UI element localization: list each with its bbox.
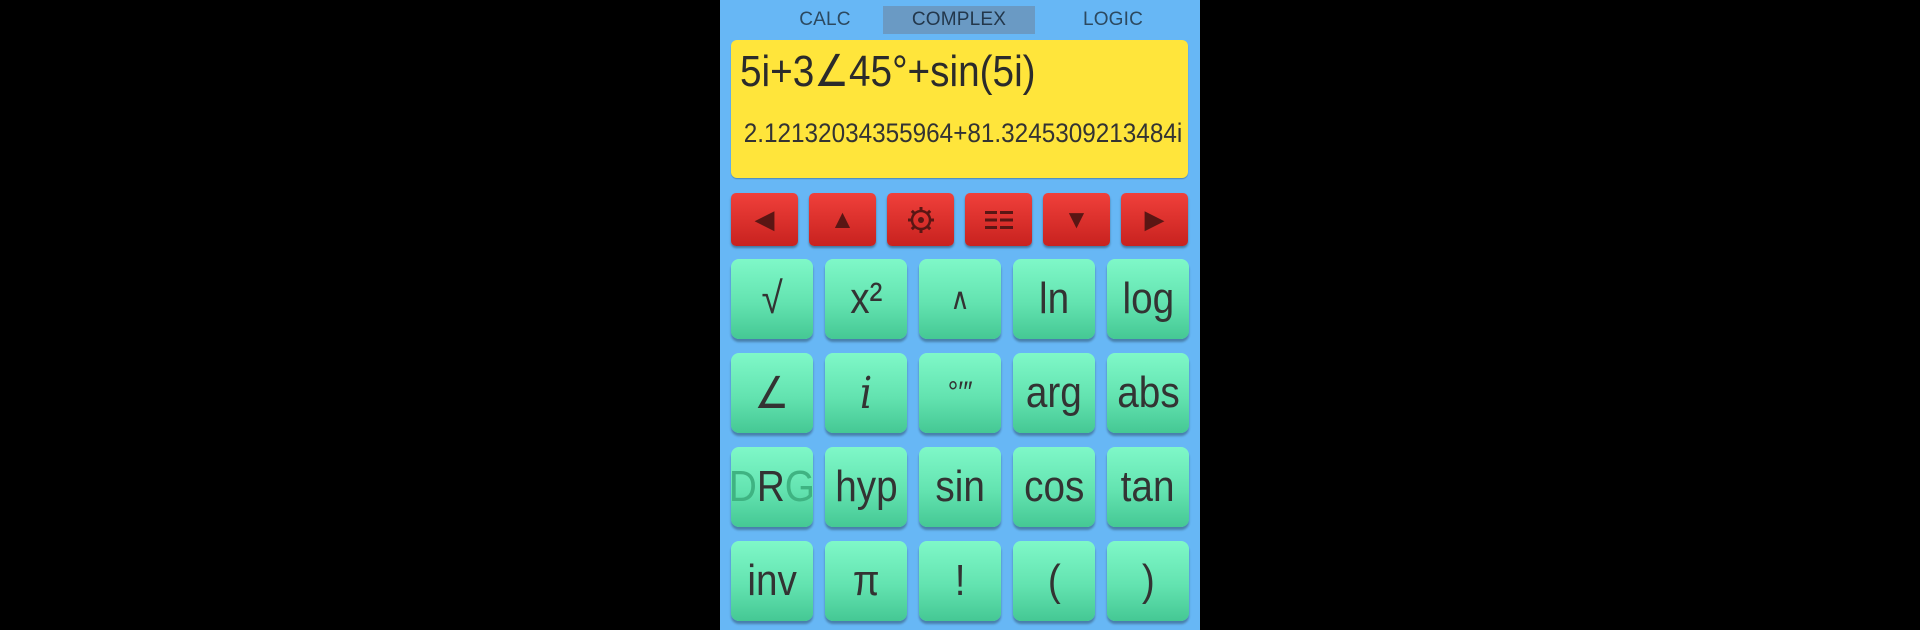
drg-grad-letter: G <box>784 462 816 511</box>
key-label: i <box>859 367 873 419</box>
cursor-right-button[interactable]: ▶ <box>1121 193 1188 246</box>
key-label: π <box>852 556 880 605</box>
abs-key[interactable]: abs <box>1107 353 1189 433</box>
drg-degree-letter: D <box>728 462 757 511</box>
key-label: log <box>1122 274 1174 323</box>
tab-calc[interactable]: CALC <box>750 6 900 34</box>
close-paren-key[interactable]: ) <box>1107 541 1189 621</box>
sin-key[interactable]: sin <box>919 447 1001 527</box>
key-label: cos <box>1023 462 1085 511</box>
history-down-button[interactable]: ▼ <box>1043 193 1110 246</box>
key-label: sin <box>935 462 985 511</box>
pi-key[interactable]: π <box>825 541 907 621</box>
drg-key[interactable]: DRG <box>729 447 815 527</box>
square-key[interactable]: x² <box>825 259 907 339</box>
menu-button[interactable] <box>965 193 1032 246</box>
key-label: abs <box>1116 368 1180 417</box>
key-label: inv <box>747 556 797 605</box>
calculator-screen: CALC COMPLEX LOGIC 5i+3∠45°+sin(5i) 2.12… <box>720 0 1200 630</box>
result-text: 2.12132034355964+81.3245309213484i <box>743 118 1182 148</box>
key-label: ln <box>1038 274 1070 323</box>
drg-label: DRG <box>729 462 815 512</box>
dms-key[interactable]: °′″ <box>919 353 1001 433</box>
open-paren-key[interactable]: ( <box>1013 541 1095 621</box>
sqrt-key[interactable]: √ <box>731 259 813 339</box>
inv-key[interactable]: inv <box>731 541 813 621</box>
key-label: x² <box>849 274 883 323</box>
log-key[interactable]: log <box>1107 259 1189 339</box>
cursor-left-button[interactable]: ◀ <box>731 193 798 246</box>
ln-key[interactable]: ln <box>1013 259 1095 339</box>
key-label: ∧ <box>950 282 970 316</box>
arg-key[interactable]: arg <box>1013 353 1095 433</box>
tab-complex[interactable]: COMPLEX <box>883 6 1035 34</box>
angle-key[interactable]: ∠ <box>731 353 813 433</box>
key-label: ! <box>954 556 966 605</box>
right-arrow-icon: ▶ <box>1144 204 1165 234</box>
key-label: √ <box>761 274 783 323</box>
tab-logic[interactable]: LOGIC <box>1038 6 1188 34</box>
key-label: tan <box>1121 462 1175 511</box>
key-label: ∠ <box>754 368 790 418</box>
settings-button[interactable] <box>887 193 954 246</box>
calculator-display: 5i+3∠45°+sin(5i) 2.12132034355964+81.324… <box>731 40 1188 178</box>
key-label: °′″ <box>947 376 973 409</box>
key-label: ) <box>1141 556 1155 605</box>
up-arrow-icon: ▲ <box>829 204 856 234</box>
power-key[interactable]: ∧ <box>919 259 1001 339</box>
left-arrow-icon: ◀ <box>754 204 775 234</box>
expression-text: 5i+3∠45°+sin(5i) <box>740 47 1036 96</box>
menu-icon <box>984 210 1013 229</box>
tan-key[interactable]: tan <box>1107 447 1189 527</box>
imaginary-key[interactable]: i <box>825 353 907 433</box>
history-up-button[interactable]: ▲ <box>809 193 876 246</box>
cos-key[interactable]: cos <box>1013 447 1095 527</box>
settings-icon <box>907 206 934 233</box>
drg-radian-letter: R <box>756 462 785 511</box>
down-arrow-icon: ▼ <box>1063 204 1090 234</box>
key-label: ( <box>1047 556 1061 605</box>
hyp-key[interactable]: hyp <box>825 447 907 527</box>
factorial-key[interactable]: ! <box>919 541 1001 621</box>
mode-tabs: CALC COMPLEX LOGIC <box>720 6 1200 34</box>
key-label: hyp <box>834 462 898 511</box>
key-label: arg <box>1026 368 1082 417</box>
